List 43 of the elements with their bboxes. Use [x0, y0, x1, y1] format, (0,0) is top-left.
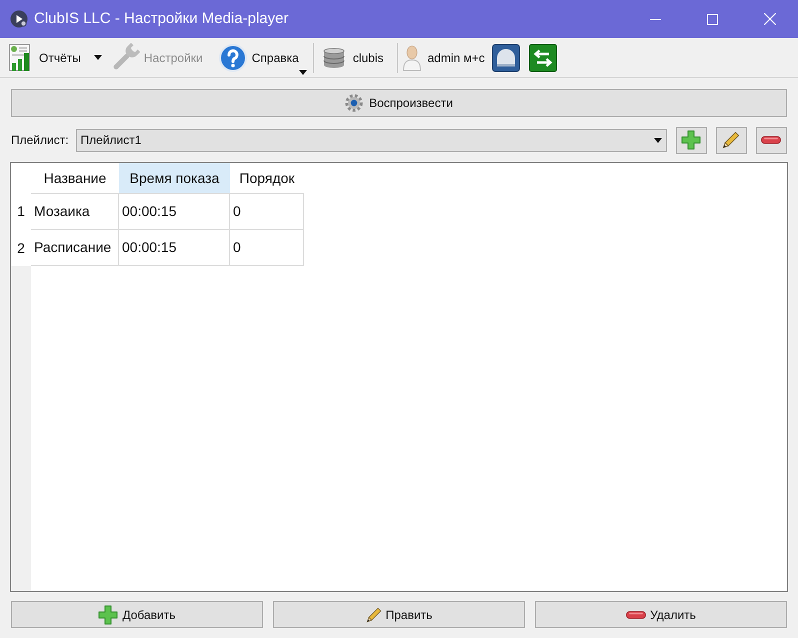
- caret-icon: [94, 55, 102, 60]
- plus-icon: [681, 130, 702, 150]
- caret-icon: [298, 70, 307, 74]
- user-button[interactable]: admin м+с: [402, 44, 485, 70]
- minimize-icon: [650, 18, 661, 20]
- table-cell: 0: [230, 230, 304, 265]
- table-cell: 00:00:15: [119, 230, 230, 265]
- help-button[interactable]: Справка: [218, 40, 307, 76]
- minus-icon: [761, 136, 782, 144]
- table-cell: 00:00:15: [119, 194, 230, 229]
- plus-icon: [98, 604, 118, 624]
- add-playlist-button[interactable]: [676, 126, 707, 154]
- table-cell: 0: [230, 194, 304, 229]
- close-icon: [764, 13, 776, 25]
- delete-playlist-button[interactable]: [756, 126, 787, 154]
- window-title: ClubIS LLC - Настройки Media-player: [34, 8, 288, 29]
- lock-button[interactable]: [492, 44, 520, 72]
- minus-icon: [626, 610, 646, 618]
- help-icon: [218, 42, 248, 72]
- playlist-dropdown[interactable]: Плейлист1: [76, 128, 667, 152]
- database-icon: [322, 48, 345, 68]
- playlist-label: Плейлист:: [11, 132, 69, 149]
- gear-icon: [345, 94, 364, 112]
- play-button[interactable]: Воспроизвести: [11, 89, 787, 117]
- edit-playlist-button[interactable]: [716, 126, 747, 154]
- database-button[interactable]: clubis: [322, 48, 384, 68]
- table-cell: Расписание: [31, 230, 119, 265]
- reports-button[interactable]: Отчёты: [9, 44, 81, 72]
- table-cell: Мозаика: [31, 194, 119, 229]
- chart-document-icon: [9, 44, 33, 72]
- lock-icon: [492, 44, 520, 72]
- add-button[interactable]: Добавить: [11, 601, 263, 628]
- pencil-icon: [722, 131, 740, 149]
- play-logo-icon: [10, 10, 28, 28]
- pencil-icon: [366, 606, 382, 622]
- dropdown-caret-icon: [654, 138, 662, 142]
- column-header[interactable]: Время показа: [119, 163, 230, 193]
- switch-button[interactable]: [528, 44, 557, 72]
- edit-button[interactable]: Править: [273, 601, 525, 628]
- maximize-icon: [707, 14, 718, 24]
- user-icon: [402, 44, 420, 70]
- arrows-icon: [528, 44, 557, 72]
- delete-button[interactable]: Удалить: [535, 601, 787, 628]
